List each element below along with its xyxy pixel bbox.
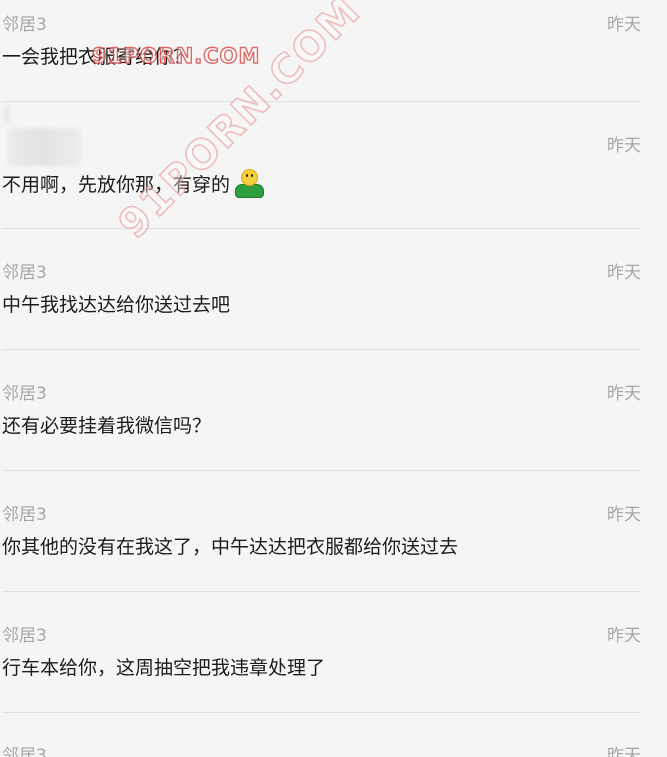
message-text-content: 不用啊，先放你那，有穿的 bbox=[2, 174, 231, 196]
message-time: 昨天 bbox=[607, 15, 641, 35]
message-time: 昨天 bbox=[607, 505, 641, 525]
message-text: 行车本给你，这周抽空把我违章处理了 bbox=[2, 657, 326, 679]
message-text: 中午我找达达给你送过去吧 bbox=[2, 294, 231, 316]
sender-name: 邻居3 bbox=[2, 626, 47, 646]
message-text: 不用啊，先放你那，有穿的 bbox=[2, 169, 265, 199]
message-text: 还有必要挂着我微信吗？ bbox=[2, 415, 212, 437]
message-time: 昨天 bbox=[607, 263, 641, 283]
sender-name: 邻居3 bbox=[2, 384, 47, 404]
message-time: 昨天 bbox=[607, 384, 641, 404]
divider bbox=[2, 712, 641, 713]
divider bbox=[2, 470, 641, 471]
message-text: 你其他的没有在我这了，中午达达把衣服都给你送过去 bbox=[2, 536, 459, 558]
message-time: 昨天 bbox=[607, 746, 641, 757]
watermark-text-diagonal: 91PORN.COM bbox=[109, 0, 371, 248]
sender-name: 邻居3 bbox=[2, 746, 47, 757]
message-text: 一会我把衣服寄给你？ bbox=[2, 46, 193, 68]
message-list: 邻居3 昨天 一会我把衣服寄给你？ 昨天 不用啊，先放你那，有穿的 邻居3 昨天… bbox=[0, 0, 667, 757]
divider bbox=[2, 228, 641, 229]
person-shrug-emoji-icon bbox=[232, 169, 265, 199]
blurred-avatar bbox=[8, 128, 81, 166]
blurred-region bbox=[4, 106, 10, 124]
sender-name: 邻居3 bbox=[2, 15, 47, 35]
divider bbox=[2, 349, 641, 350]
sender-name: 邻居3 bbox=[2, 505, 47, 525]
message-time: 昨天 bbox=[607, 626, 641, 646]
divider bbox=[2, 101, 641, 102]
divider bbox=[2, 591, 641, 592]
sender-name: 邻居3 bbox=[2, 263, 47, 283]
message-time: 昨天 bbox=[607, 136, 641, 156]
